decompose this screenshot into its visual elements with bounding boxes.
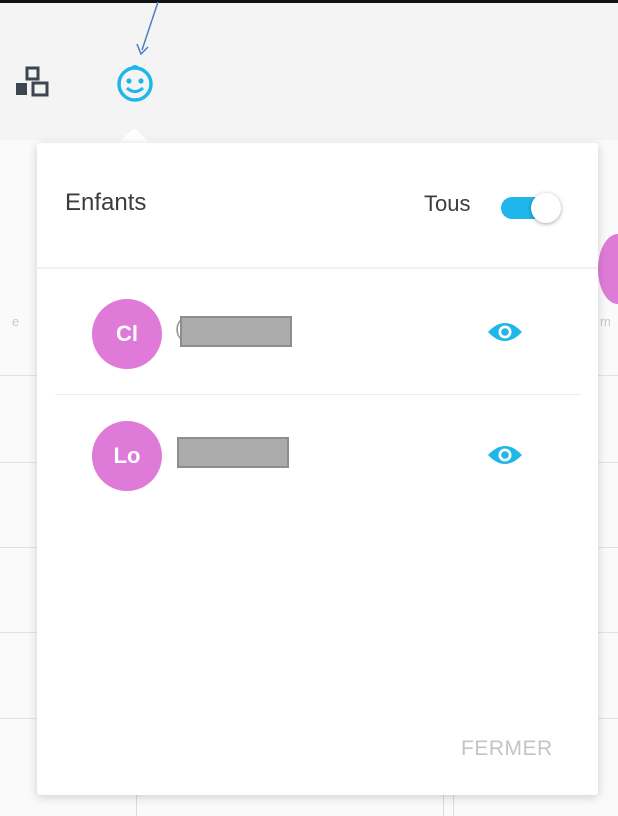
avatar: Cl bbox=[92, 299, 162, 369]
popover-caret bbox=[117, 128, 151, 144]
eye-icon[interactable] bbox=[486, 441, 524, 474]
header-divider bbox=[37, 267, 598, 269]
top-border bbox=[0, 0, 618, 3]
child-row[interactable]: Lo bbox=[55, 396, 581, 520]
avatar: Lo bbox=[92, 421, 162, 491]
baby-face-icon[interactable] bbox=[114, 64, 156, 109]
close-button[interactable]: FERMER bbox=[461, 737, 553, 761]
row-divider bbox=[55, 394, 581, 395]
annotation-arrow-icon bbox=[136, 1, 159, 56]
toggle-all-label: Tous bbox=[424, 191, 471, 216]
child-row[interactable]: Cl ( bbox=[55, 271, 581, 395]
toggle-all-switch[interactable] bbox=[501, 191, 563, 223]
children-popover: Enfants Tous Cl ( Lo FERMER bbox=[37, 143, 598, 795]
eye-icon[interactable] bbox=[486, 318, 524, 351]
child-name-redacted bbox=[180, 316, 292, 347]
toggle-knob bbox=[531, 193, 561, 223]
blocks-icon[interactable] bbox=[14, 66, 52, 105]
bg-text-fragment: e bbox=[12, 314, 20, 329]
popover-header: Enfants Tous bbox=[37, 143, 598, 267]
bg-text-fragment: m bbox=[600, 314, 611, 329]
child-name-redacted bbox=[177, 437, 289, 468]
popover-title: Enfants bbox=[65, 189, 147, 216]
